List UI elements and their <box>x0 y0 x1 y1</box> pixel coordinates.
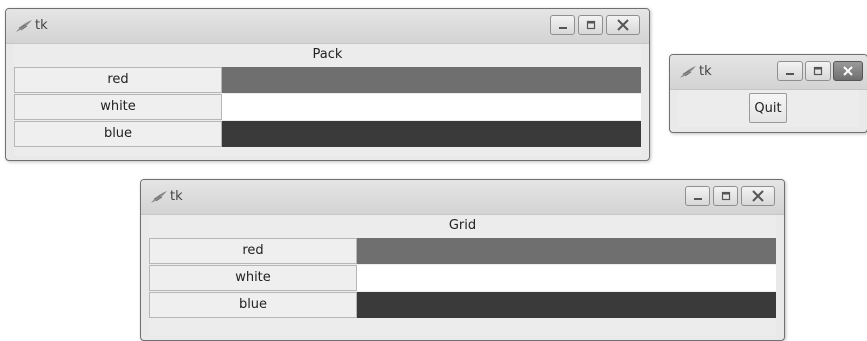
color-row: blue <box>14 121 641 147</box>
color-swatch <box>222 67 641 93</box>
grid-window-titlebar[interactable]: tk <box>141 180 784 215</box>
close-icon <box>751 190 765 202</box>
maximize-icon <box>721 191 731 201</box>
quit-button[interactable]: Quit <box>749 93 787 123</box>
grid-window: tk Grid red white blue <box>140 179 785 341</box>
pack-heading: Pack <box>312 47 343 62</box>
minimize-icon <box>693 191 703 201</box>
color-row: blue <box>149 292 776 318</box>
color-row: white <box>149 265 776 291</box>
color-label: white <box>149 265 357 291</box>
quit-window-content: Quit <box>678 90 859 127</box>
minimize-icon <box>558 20 568 30</box>
color-label: red <box>149 238 357 264</box>
tk-feather-icon <box>150 190 168 204</box>
close-button[interactable] <box>606 15 640 35</box>
pack-window-titlebar[interactable]: tk <box>6 9 649 44</box>
minimize-button[interactable] <box>550 15 575 35</box>
grid-window-content: Grid red white blue <box>149 215 776 336</box>
close-icon <box>616 19 630 31</box>
pack-window-content: Pack red white blue <box>14 44 641 156</box>
minimize-button[interactable] <box>777 61 803 81</box>
window-title: tk <box>35 18 48 33</box>
color-swatch <box>357 265 776 291</box>
pack-window: tk Pack red white blue <box>5 8 650 161</box>
color-row: red <box>14 67 641 93</box>
color-swatch <box>357 292 776 318</box>
window-title: tk <box>699 64 712 79</box>
minimize-icon <box>785 66 795 76</box>
maximize-button[interactable] <box>578 15 603 35</box>
quit-window: tk Quit <box>669 54 867 133</box>
grid-heading: Grid <box>448 218 477 233</box>
color-label: blue <box>149 292 357 318</box>
window-title: tk <box>170 189 183 204</box>
close-button[interactable] <box>833 61 863 81</box>
color-label: white <box>14 94 222 120</box>
color-label: red <box>14 67 222 93</box>
minimize-button[interactable] <box>685 186 710 206</box>
maximize-button[interactable] <box>713 186 738 206</box>
color-row: red <box>149 238 776 264</box>
color-swatch <box>222 121 641 147</box>
tk-feather-icon <box>15 19 33 33</box>
close-button[interactable] <box>741 186 775 206</box>
close-icon <box>842 66 854 76</box>
maximize-button[interactable] <box>805 61 831 81</box>
tk-feather-icon <box>679 65 697 79</box>
color-label: blue <box>14 121 222 147</box>
quit-window-titlebar[interactable]: tk <box>670 55 867 90</box>
maximize-icon <box>586 20 596 30</box>
color-swatch <box>357 238 776 264</box>
color-swatch <box>222 94 641 120</box>
color-row: white <box>14 94 641 120</box>
maximize-icon <box>813 66 823 76</box>
